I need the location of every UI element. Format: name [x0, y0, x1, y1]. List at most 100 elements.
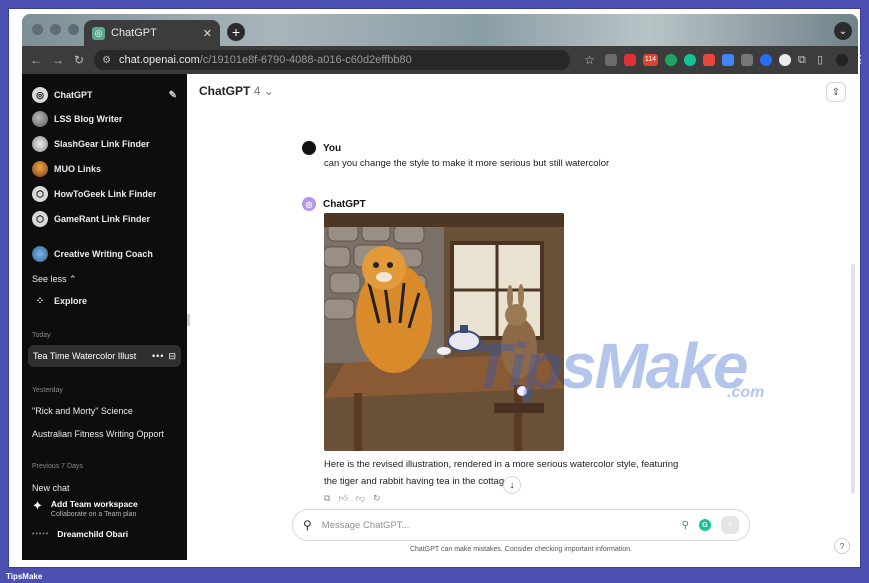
openai-favicon-icon: ◎ [92, 26, 105, 40]
extension-icon[interactable] [703, 54, 715, 66]
footer-brand: TipsMake [6, 572, 43, 581]
sidebar: ◎ ChatGPT ✎ LSS Blog Writer SlashGear Li… [22, 74, 187, 560]
sidebar-resize-handle[interactable] [187, 314, 190, 326]
scrollbar[interactable] [851, 264, 855, 494]
extension-icon[interactable] [741, 54, 753, 66]
sidebar-item-label: ChatGPT [54, 90, 93, 100]
send-button[interactable]: ↑ [721, 516, 739, 534]
sidebar-item-label: GameRant Link Finder [54, 214, 151, 224]
new-chat-edit-icon[interactable]: ✎ [169, 90, 177, 101]
sidebar-item-slashgear-link-finder[interactable]: SlashGear Link Finder [32, 134, 177, 154]
new-tab-button[interactable]: + [227, 23, 245, 41]
close-window-dot[interactable] [32, 24, 43, 35]
share-icon: ⇪ [831, 86, 841, 98]
minimize-window-dot[interactable] [50, 24, 61, 35]
disclaimer-text: ChatGPT can make mistakes. Consider chec… [409, 546, 633, 553]
paperclip-icon[interactable]: ⚲ [303, 518, 312, 532]
gpt-cube-icon: ⬡ [32, 186, 48, 202]
sidebar-item-howtogeek-link-finder[interactable]: ⬡ HowToGeek Link Finder [32, 184, 177, 204]
thumbs-up-icon[interactable]: 👍︎ [338, 493, 347, 504]
address-bar[interactable]: ⚙ chat.openai.com/c/19101e8f-6790-4088-a… [94, 50, 571, 70]
chevron-down-icon: ⌄ [263, 84, 274, 98]
see-less-button[interactable]: See less ⌃ [32, 274, 180, 285]
footer-bar: TipsMake [0, 571, 869, 583]
tab-search-icon[interactable]: ⌄ [834, 22, 852, 40]
regenerate-icon[interactable]: ↻ [373, 493, 381, 504]
extension-icon[interactable] [760, 54, 772, 66]
extension-badge-icon[interactable]: 114 [642, 54, 658, 66]
arrow-up-icon: ↑ [727, 519, 733, 531]
more-options-icon[interactable]: ••• [152, 351, 164, 361]
bookmark-star-icon[interactable]: ☆ [584, 53, 595, 67]
user-account-button[interactable]: ••••• Dreamchild Obari [32, 529, 128, 539]
model-selector[interactable]: ChatGPT 4 ⌄ [199, 84, 274, 98]
gpt-avatar-icon [32, 246, 48, 262]
message-input[interactable] [321, 519, 672, 531]
sidebar-item-gamerant-link-finder[interactable]: ⬡ GameRant Link Finder [32, 209, 177, 229]
share-button[interactable]: ⇪ [826, 82, 846, 102]
chat-main: ChatGPT 4 ⌄ ⇪ You can you change the sty… [187, 74, 858, 560]
profile-avatar-icon[interactable] [836, 54, 848, 66]
forward-icon[interactable]: → [52, 53, 64, 67]
browser-menu-icon[interactable]: ⋮ [855, 54, 867, 66]
message-actions: ⧉ 👍︎ 👎︎ ↻ [324, 493, 381, 504]
site-info-icon[interactable]: ⚙ [102, 55, 111, 66]
gpt-avatar-icon [32, 161, 48, 177]
copy-icon[interactable]: ⧉ [324, 493, 330, 504]
help-button[interactable]: ? [834, 538, 850, 554]
sidebar-item-label: MUO Links [54, 164, 102, 174]
sidebar-item-lss-blog-writer[interactable]: LSS Blog Writer [32, 109, 177, 129]
chat-history-item-active[interactable]: Tea Time Watercolor Illust ••• ⊟ [28, 345, 181, 367]
window-controls [32, 24, 79, 35]
speaker-name: ChatGPT [323, 198, 366, 210]
arrow-down-icon: ↓ [509, 479, 515, 491]
sidebar-item-label: Creative Writing Coach [54, 249, 153, 259]
chevron-up-icon: ⌃ [69, 274, 77, 284]
side-panel-icon[interactable]: ▯ [817, 54, 829, 66]
grammarly-icon[interactable]: G [699, 519, 711, 531]
tipsmake-watermark: TipsMake [472, 330, 748, 402]
extension-icon[interactable] [604, 54, 617, 66]
back-icon[interactable]: ← [30, 53, 42, 67]
url-host: chat.openai.com [119, 54, 200, 66]
response-line: Here is the revised illustration, render… [324, 459, 679, 470]
sidebar-item-creative-writing-coach[interactable]: Creative Writing Coach [32, 244, 177, 264]
gpt-avatar-icon [32, 111, 48, 127]
archive-icon[interactable]: ⊟ [168, 351, 176, 362]
grammarly-extension-icon[interactable] [684, 54, 696, 66]
explore-label: Explore [54, 296, 88, 306]
sidebar-item-label: SlashGear Link Finder [54, 139, 150, 149]
explore-gpts-button[interactable]: ⁘ Explore [32, 291, 177, 311]
team-subtitle: Collaborate on a Team plan [50, 511, 137, 518]
sidebar-item-label: LSS Blog Writer [54, 114, 123, 124]
tipsmake-watermark-suffix: .com [727, 384, 765, 401]
user-message: can you change the style to make it more… [324, 158, 610, 169]
grid-icon: ⁘ [35, 295, 45, 307]
extension-icon[interactable] [623, 54, 636, 66]
maximize-window-dot[interactable] [68, 24, 79, 35]
chat-history-item[interactable]: Australian Fitness Writing Opport [32, 429, 180, 439]
user-name: Dreamchild Obari [57, 529, 129, 539]
chat-history-item[interactable]: New chat [32, 483, 180, 493]
reload-icon[interactable]: ↻ [74, 53, 84, 67]
extension-icon[interactable] [722, 54, 734, 66]
browser-tab-chatgpt[interactable]: ◎ ChatGPT ✕ [84, 20, 220, 46]
section-previous-7-days: Previous 7 Days [32, 463, 83, 470]
gpt-cube-icon: ⬡ [32, 211, 48, 227]
location-pin-icon[interactable]: ⚲ [682, 520, 689, 531]
chat-history-item[interactable]: "Rick and Morty" Science [32, 406, 180, 416]
user-avatar: ••••• [32, 530, 50, 538]
close-tab-icon[interactable]: ✕ [203, 27, 212, 40]
add-team-workspace-button[interactable]: ✦ Add Team workspace Collaborate on a Te… [32, 499, 180, 519]
extension-icon[interactable] [665, 54, 677, 66]
see-less-label: See less [32, 274, 67, 284]
sidebar-item-chatgpt[interactable]: ◎ ChatGPT ✎ [32, 85, 177, 105]
scroll-to-bottom-button[interactable]: ↓ [503, 476, 521, 494]
section-yesterday: Yesterday [32, 387, 63, 394]
chat-title: Tea Time Watercolor Illust [33, 351, 137, 361]
thumbs-down-icon[interactable]: 👎︎ [356, 493, 365, 504]
puzzle-extensions-icon[interactable]: ⧉ [798, 54, 810, 66]
openai-extension-icon[interactable] [779, 54, 791, 66]
sidebar-item-muo-links[interactable]: MUO Links [32, 159, 177, 179]
user-avatar-icon [302, 141, 316, 155]
